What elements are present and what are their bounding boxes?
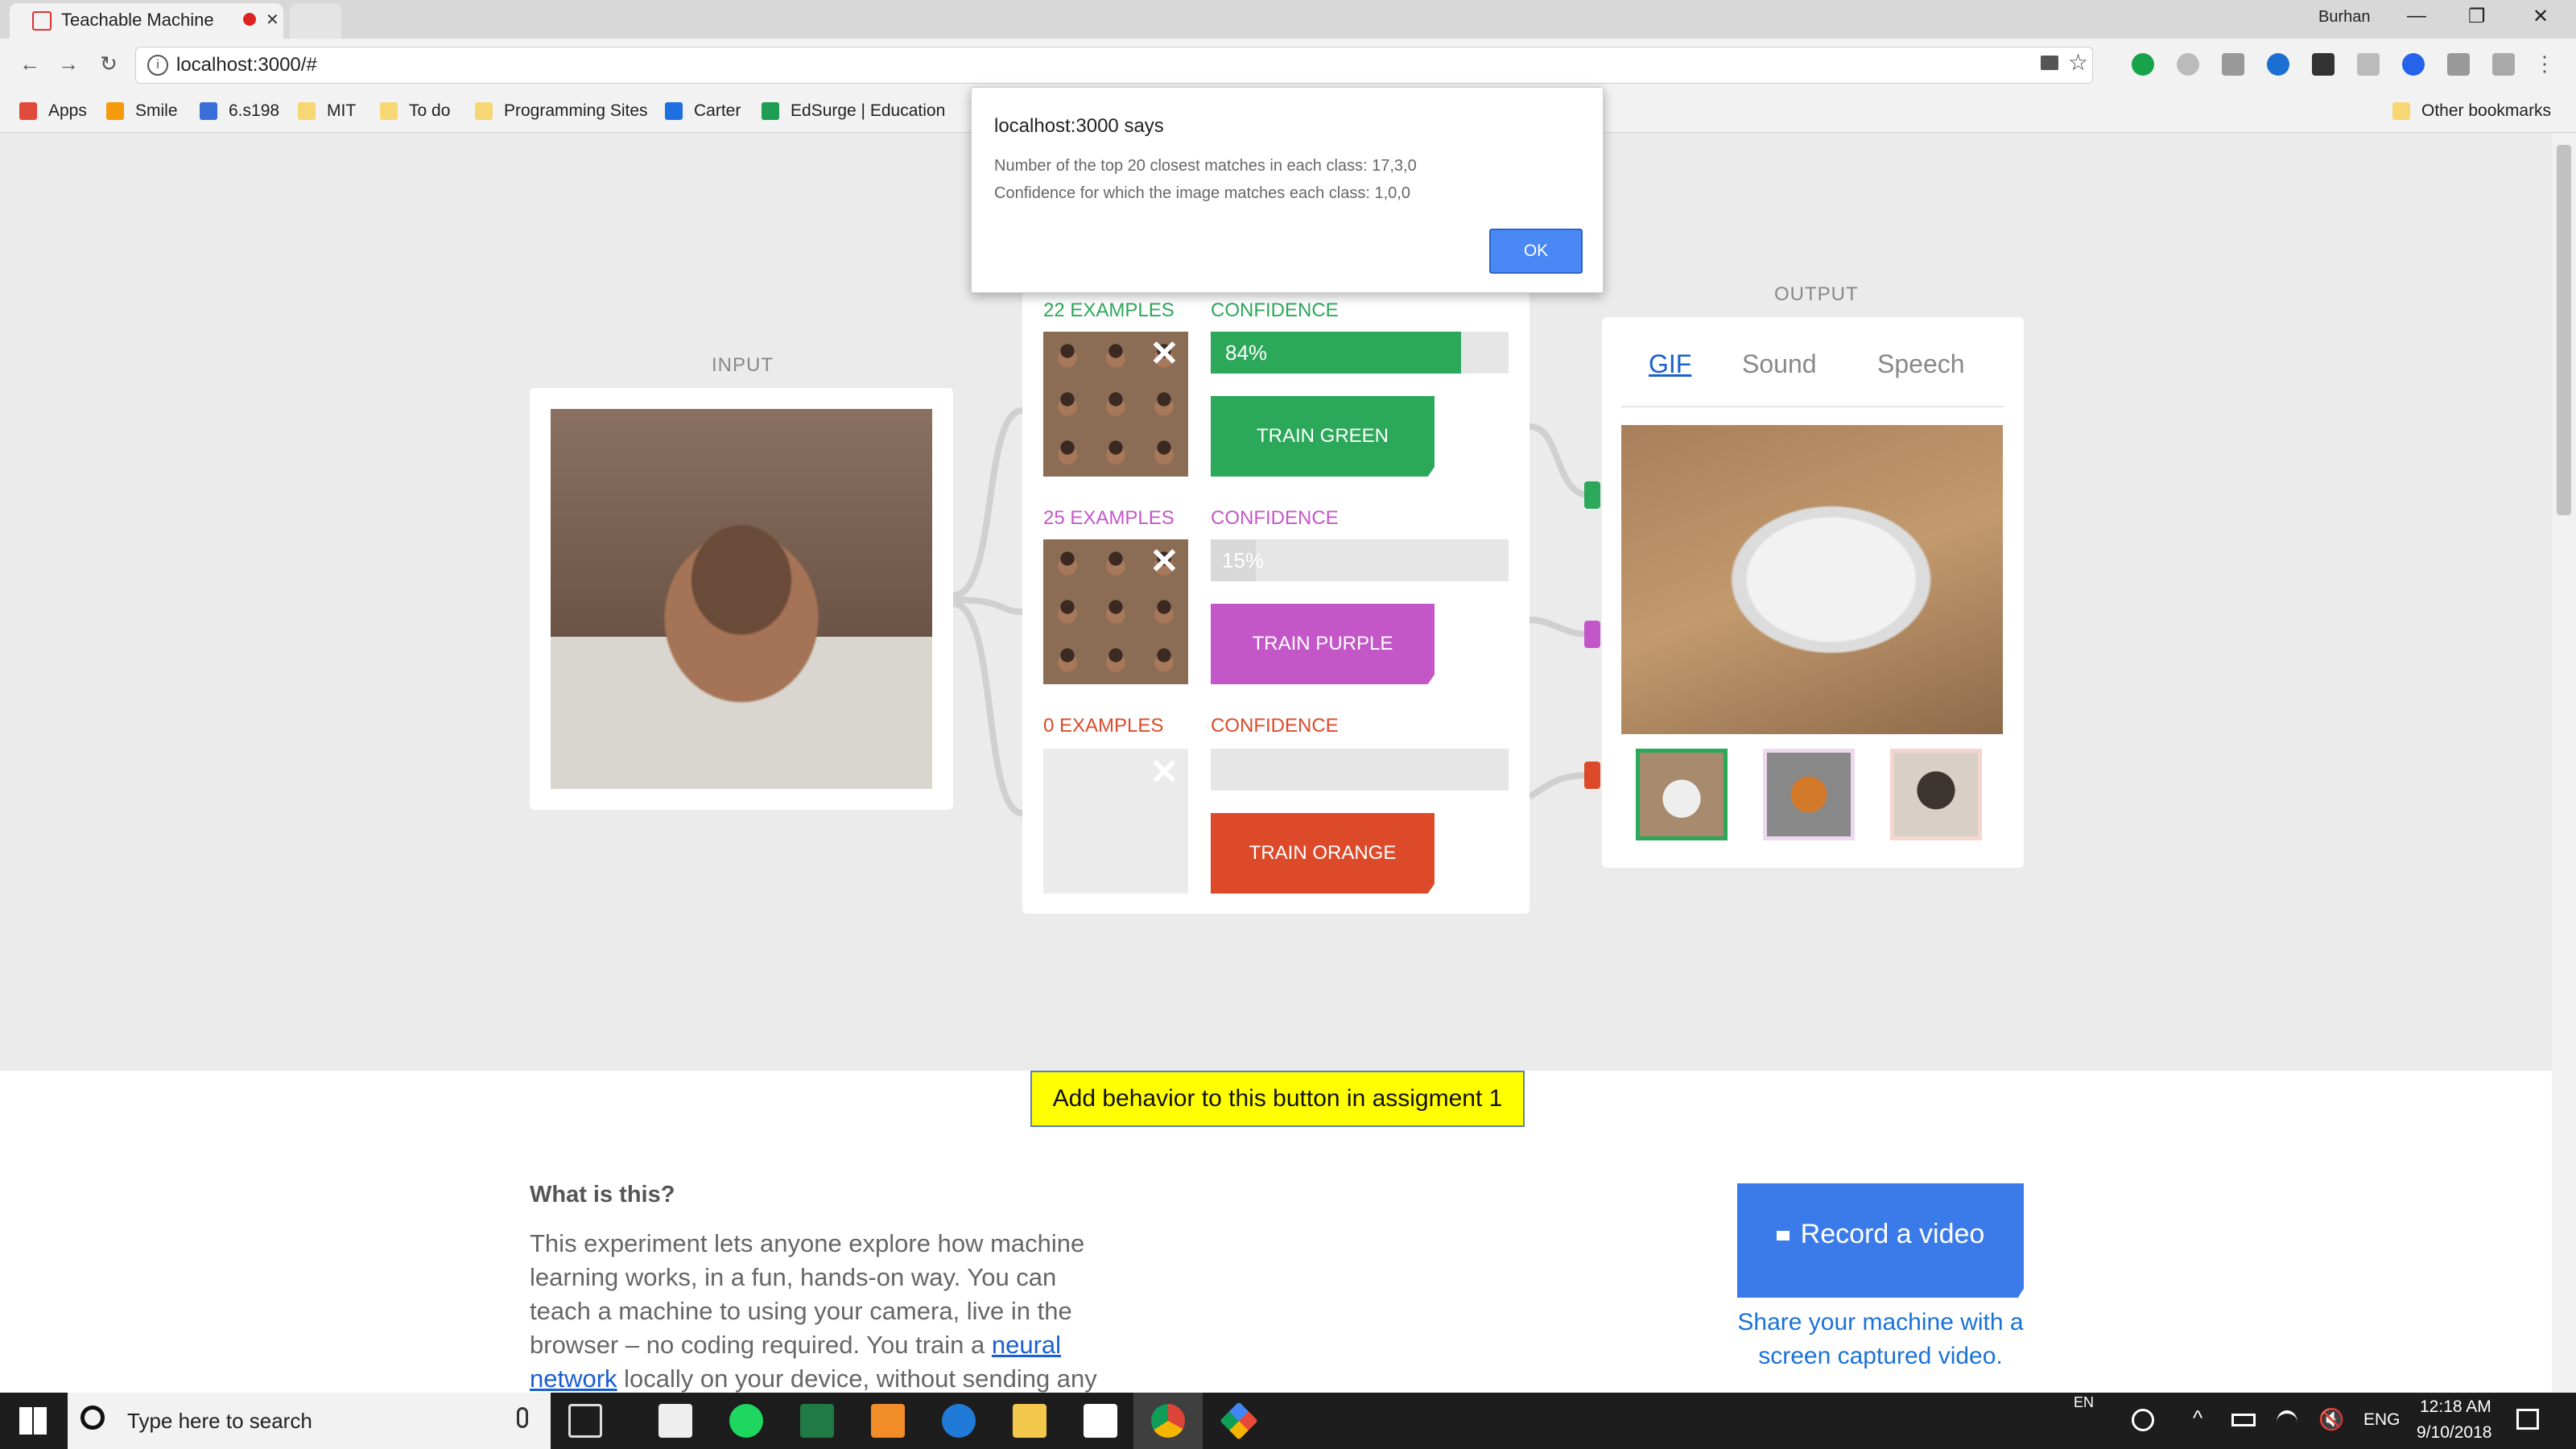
sublime-icon[interactable] <box>871 1404 905 1438</box>
taskbar-search-placeholder: Type here to search <box>127 1409 312 1433</box>
about-heading: What is this? <box>530 1182 675 1208</box>
train-orange-button[interactable]: TRAIN ORANGE <box>1211 813 1435 894</box>
input-language[interactable]: ENG <box>2363 1410 2401 1430</box>
dialog-line-matches: Number of the top 20 closest matches in … <box>994 157 1417 175</box>
green-clear-icon[interactable]: ✕ <box>1150 336 1179 372</box>
output-tabs-divider <box>1621 406 2004 407</box>
volume-muted-icon[interactable]: 🔇 <box>2318 1407 2344 1432</box>
record-video-label: Record a video <box>1800 1219 1985 1249</box>
task-view-icon[interactable] <box>568 1404 602 1438</box>
green-confidence-fill: 84% <box>1211 332 1461 374</box>
record-video-button[interactable]: Record a video <box>1737 1183 2024 1298</box>
dialog-title: localhost:3000 says <box>994 115 1164 137</box>
file-explorer-icon[interactable] <box>1013 1404 1046 1438</box>
purple-confidence-label: CONFIDENCE <box>1211 507 1339 529</box>
green-examples-count: 22 EXAMPLES <box>1043 299 1174 321</box>
store-icon[interactable] <box>658 1404 692 1438</box>
tab-speech[interactable]: Speech <box>1877 349 1965 379</box>
orange-confidence-value <box>1211 758 1225 782</box>
output-port-purple <box>1584 621 1600 648</box>
orange-examples-count: 0 EXAMPLES <box>1043 715 1164 737</box>
scrollbar-thumb[interactable] <box>2557 145 2571 515</box>
input-language-top: EN <box>2074 1394 2095 1410</box>
cortana-icon <box>80 1406 105 1430</box>
excel-icon[interactable] <box>800 1404 834 1438</box>
gif-option-green[interactable] <box>1636 749 1728 840</box>
edge-icon[interactable] <box>942 1404 976 1438</box>
output-label: OUTPUT <box>1774 283 1859 305</box>
video-camera-icon <box>1776 1231 1790 1241</box>
clock-date[interactable]: 9/10/2018 <box>2417 1423 2491 1443</box>
people-icon[interactable] <box>2132 1409 2154 1431</box>
gif-option-purple[interactable] <box>1763 749 1855 840</box>
green-confidence-value: 84% <box>1225 341 1268 365</box>
output-port-orange <box>1584 762 1600 789</box>
tab-sound[interactable]: Sound <box>1742 349 1817 379</box>
orange-confidence-bar <box>1211 749 1509 791</box>
webcam-feed <box>551 409 932 789</box>
orange-clear-icon[interactable]: ✕ <box>1150 755 1179 791</box>
clock-time[interactable]: 12:18 AM <box>2420 1397 2491 1417</box>
input-label: INPUT <box>712 354 774 376</box>
sticky-notes-icon[interactable] <box>1084 1404 1117 1438</box>
green-confidence-label: CONFIDENCE <box>1211 299 1339 321</box>
purple-examples-count: 25 EXAMPLES <box>1043 507 1174 529</box>
chrome-icon[interactable] <box>1151 1404 1185 1438</box>
neural-network-link[interactable]: neural <box>992 1331 1061 1359</box>
output-port-green <box>1584 481 1600 509</box>
record-caption: Share your machine with a screen capture… <box>1737 1309 2024 1369</box>
spotify-icon[interactable] <box>729 1404 763 1438</box>
windows-start-icon[interactable] <box>19 1407 47 1435</box>
green-confidence-bar: 84% <box>1211 332 1509 374</box>
action-center-icon[interactable] <box>2516 1409 2539 1430</box>
taskbar-search-box[interactable]: Type here to search <box>68 1393 551 1449</box>
purple-confidence-value: 15% <box>1222 548 1265 572</box>
battery-icon[interactable] <box>2231 1414 2256 1426</box>
wifi-icon[interactable] <box>2277 1410 2297 1435</box>
gif-option-orange[interactable] <box>1890 749 1982 840</box>
dialog-ok-button[interactable]: OK <box>1489 229 1583 274</box>
purple-confidence-bar: 15% <box>1211 539 1509 581</box>
train-green-button[interactable]: TRAIN GREEN <box>1211 396 1435 477</box>
train-purple-button[interactable]: TRAIN PURPLE <box>1211 604 1435 684</box>
chevron-up-icon[interactable]: ^ <box>2193 1406 2202 1430</box>
assignment-button[interactable]: Add behavior to this button in assigment… <box>1030 1071 1525 1127</box>
orange-confidence-label: CONFIDENCE <box>1211 715 1339 737</box>
output-gif-cat <box>1621 425 2003 734</box>
tab-gif[interactable]: GIF <box>1649 349 1691 379</box>
dialog-line-confidence: Confidence for which the image matches e… <box>994 184 1410 202</box>
neural-network-link-2[interactable]: network <box>530 1364 617 1393</box>
purple-clear-icon[interactable]: ✕ <box>1150 544 1179 580</box>
about-paragraph: This experiment lets anyone explore how … <box>530 1229 1097 1393</box>
microphone-icon[interactable] <box>517 1407 528 1428</box>
purple-confidence-fill: 15% <box>1211 539 1264 581</box>
